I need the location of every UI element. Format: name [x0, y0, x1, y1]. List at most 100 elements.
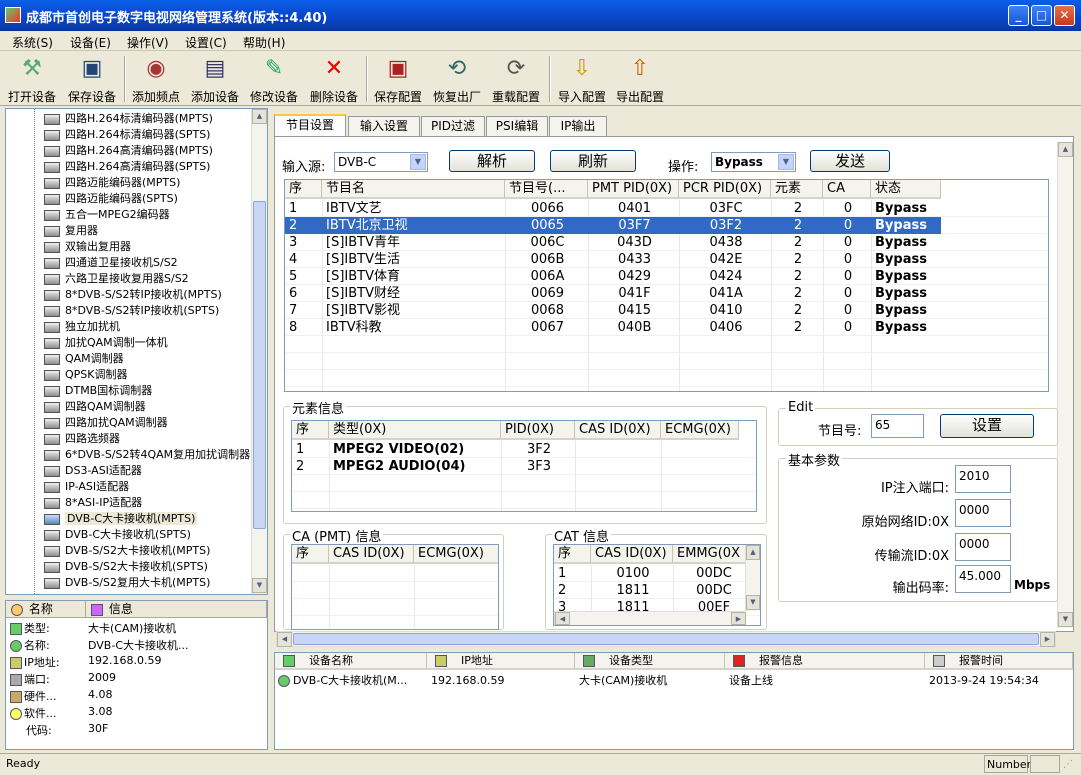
table-header-1[interactable]: CAS ID(0X): [591, 545, 673, 564]
table-cell[interactable]: 0410: [683, 303, 769, 319]
table-cell[interactable]: 0100: [595, 566, 671, 582]
table-cell[interactable]: 040B: [592, 320, 677, 336]
resize-grip-icon[interactable]: ⋰: [1063, 759, 1073, 770]
table-cell[interactable]: IBTV北京卫视: [326, 218, 503, 234]
table-cell[interactable]: Bypass: [875, 303, 939, 319]
save-config-button[interactable]: ▣ 保存配置: [372, 54, 424, 104]
send-button[interactable]: 发送: [810, 150, 890, 172]
table-cell[interactable]: 03F2: [683, 218, 769, 234]
table-cell[interactable]: 0415: [592, 303, 677, 319]
table-cell[interactable]: [S]IBTV财经: [326, 286, 503, 302]
tree-item[interactable]: DTMB国标调制器: [44, 382, 152, 398]
table-cell[interactable]: 0433: [592, 252, 677, 268]
scroll-up-icon[interactable]: ▲: [746, 545, 760, 560]
table-cell[interactable]: [S]IBTV影视: [326, 303, 503, 319]
export-config-button[interactable]: ⇧ 导出配置: [614, 54, 666, 104]
scroll-left-icon[interactable]: ◀: [555, 612, 570, 625]
info-header-name[interactable]: 名称: [6, 601, 86, 618]
delete-device-button[interactable]: ✕ 删除设备: [308, 54, 360, 104]
open-device-button[interactable]: ⚒ 打开设备: [6, 54, 58, 104]
ip-port-field[interactable]: 2010: [955, 465, 1011, 493]
table-cell[interactable]: 1: [558, 566, 589, 582]
cat-hscrollbar[interactable]: ◀ ▶: [554, 611, 746, 625]
table-cell[interactable]: 0429: [592, 269, 677, 285]
panel-hscrollbar[interactable]: ◀ ▶: [276, 631, 1056, 647]
table-header-5[interactable]: 元素: [771, 180, 823, 199]
tree-item[interactable]: 加扰QAM调制一体机: [44, 334, 168, 350]
table-header-1[interactable]: 类型(0X): [329, 421, 501, 440]
tree-item[interactable]: 四路H.264标清编码器(SPTS): [44, 126, 210, 142]
table-cell[interactable]: 5: [289, 269, 320, 285]
table-cell[interactable]: Bypass: [875, 320, 939, 336]
table-cell[interactable]: 2: [775, 201, 821, 217]
table-cell[interactable]: 2: [775, 252, 821, 268]
ca-pmt-table[interactable]: 序 CAS ID(0X) ECMG(0X): [291, 544, 499, 630]
table-cell[interactable]: IBTV科教: [326, 320, 503, 336]
tree-item[interactable]: 8*DVB-S/S2转IP接收机(SPTS): [44, 302, 219, 318]
operation-select[interactable]: Bypass ▼: [711, 152, 796, 172]
table-header-3[interactable]: 报警信息: [725, 653, 925, 670]
table-header-1[interactable]: CAS ID(0X): [329, 545, 414, 564]
tab-input-settings[interactable]: 输入设置: [348, 116, 420, 136]
table-cell[interactable]: 3: [289, 235, 320, 251]
tree-item[interactable]: QPSK调制器: [44, 366, 128, 382]
tree-item[interactable]: 四路选频器: [44, 430, 120, 446]
table-header-3[interactable]: PMT PID(0X): [588, 180, 679, 199]
scroll-right-icon[interactable]: ▶: [1040, 632, 1055, 647]
table-cell[interactable]: 03F7: [592, 218, 677, 234]
table-cell[interactable]: IBTV文艺: [326, 201, 503, 217]
tree-item[interactable]: DVB-C大卡接收机(SPTS): [44, 526, 191, 542]
tree-item[interactable]: 四通道卫星接收机S/S2: [44, 254, 178, 270]
menu-help[interactable]: 帮助(H): [243, 34, 285, 51]
refresh-button[interactable]: 刷新: [550, 150, 636, 172]
table-cell[interactable]: 0406: [683, 320, 769, 336]
table-header-4[interactable]: 报警时间: [925, 653, 1073, 670]
table-cell[interactable]: 0: [827, 201, 869, 217]
tree-item[interactable]: 双输出复用器: [44, 238, 131, 254]
table-cell[interactable]: 041A: [683, 286, 769, 302]
table-cell[interactable]: 041F: [592, 286, 677, 302]
factory-reset-button[interactable]: ⟲ 恢复出厂: [431, 54, 483, 104]
maximize-button[interactable]: □: [1031, 5, 1052, 26]
table-cell[interactable]: 042E: [683, 252, 769, 268]
table-header-0[interactable]: 序: [554, 545, 591, 564]
table-cell[interactable]: Bypass: [875, 269, 939, 285]
tree-item[interactable]: 四路迈能编码器(MPTS): [44, 174, 180, 190]
alarm-list[interactable]: 设备名称 IP地址 设备类型 报警信息 报警时间 DVB-C大卡接收机(M... 192.1…: [274, 652, 1074, 750]
transport-stream-id-field[interactable]: 0000: [955, 533, 1011, 561]
table-cell[interactable]: 192.168.0.59: [431, 673, 573, 689]
scroll-down-icon[interactable]: ▼: [746, 595, 760, 610]
table-cell[interactable]: 2: [775, 218, 821, 234]
table-cell[interactable]: 8: [289, 320, 320, 336]
table-cell[interactable]: 0: [827, 252, 869, 268]
table-cell[interactable]: 2: [775, 269, 821, 285]
table-cell[interactable]: DVB-C大卡接收机(M...: [293, 673, 425, 689]
table-cell[interactable]: 2013-9-24 19:54:34: [929, 673, 1071, 689]
table-header-0[interactable]: 序: [292, 545, 329, 564]
table-cell[interactable]: 2: [296, 459, 327, 475]
table-header-1[interactable]: 节目名: [322, 180, 505, 199]
import-config-button[interactable]: ⇩ 导入配置: [556, 54, 608, 104]
tree-item[interactable]: DVB-S/S2大卡接收机(MPTS): [44, 542, 210, 558]
table-cell[interactable]: 006B: [509, 252, 586, 268]
table-cell[interactable]: Bypass: [875, 286, 939, 302]
table-cell[interactable]: [S]IBTV生活: [326, 252, 503, 268]
program-table[interactable]: 序节目名 节目号(... PMT PID(0X) PCR PID(0X) 元素 CA 状态 1…: [284, 179, 1049, 392]
panel-scrollbar[interactable]: ▲ ▼: [1057, 142, 1073, 628]
table-cell[interactable]: 4: [289, 252, 320, 268]
scroll-down-icon[interactable]: ▼: [252, 578, 267, 593]
tree-item[interactable]: 四路QAM调制器: [44, 398, 146, 414]
table-cell[interactable]: 006A: [509, 269, 586, 285]
table-header-2[interactable]: ECMG(0X): [414, 545, 498, 564]
table-cell[interactable]: 2: [558, 583, 589, 599]
tree-item[interactable]: DS3-ASI适配器: [44, 462, 142, 478]
table-cell[interactable]: 设备上线: [729, 673, 923, 689]
table-cell[interactable]: 1811: [595, 583, 671, 599]
scroll-thumb[interactable]: [253, 201, 266, 529]
minimize-button[interactable]: _: [1008, 5, 1029, 26]
table-cell[interactable]: 03FC: [683, 201, 769, 217]
tree-item[interactable]: 8*DVB-S/S2转IP接收机(MPTS): [44, 286, 222, 302]
tree-item[interactable]: 8*ASI-IP适配器: [44, 494, 142, 510]
element-table[interactable]: 序类型(0X) PID(0X) CAS ID(0X) ECMG(0X) 1 MPEG2 V…: [291, 420, 757, 512]
table-header-2[interactable]: 设备类型: [575, 653, 725, 670]
